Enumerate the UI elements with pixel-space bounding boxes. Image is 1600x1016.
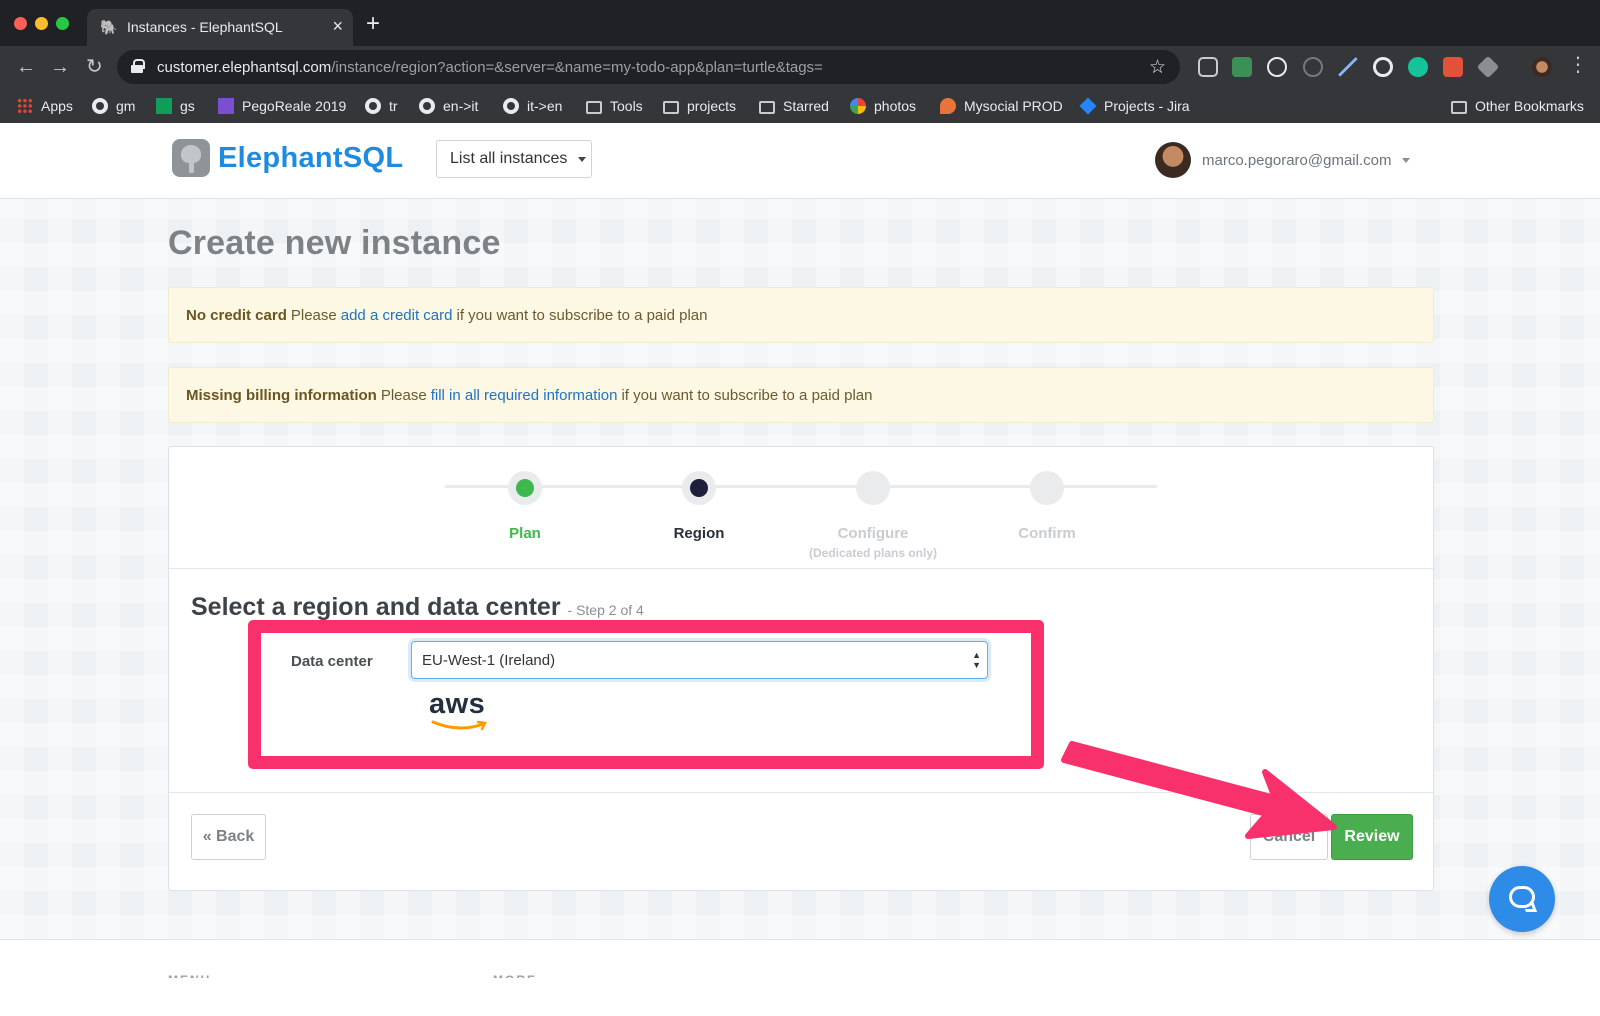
apps-grid-icon bbox=[17, 98, 33, 114]
globe-icon bbox=[419, 98, 435, 114]
back-arrow-icon[interactable]: ← bbox=[16, 56, 36, 78]
caret-down-icon bbox=[578, 156, 587, 162]
folder-icon bbox=[663, 100, 679, 114]
list-icon bbox=[218, 98, 234, 114]
bookmark-apps[interactable]: Apps bbox=[17, 95, 73, 117]
bookmark-starred[interactable]: Starred bbox=[759, 95, 829, 117]
bookmark-gs[interactable]: gs bbox=[156, 95, 195, 117]
extension-icon-2[interactable] bbox=[1232, 57, 1252, 77]
bookmark-jira[interactable]: Projects - Jira bbox=[1079, 95, 1190, 117]
step-configure-sublabel: (Dedicated plans only) bbox=[808, 546, 938, 560]
tab-title: Instances - ElephantSQL bbox=[127, 19, 283, 35]
bookmark-projects[interactable]: projects bbox=[663, 95, 736, 117]
chat-bubble-icon bbox=[1509, 886, 1535, 908]
grammarly-icon[interactable] bbox=[1408, 57, 1428, 77]
billing-info-alert: Missing billing information Please fill … bbox=[168, 367, 1434, 423]
jira-icon bbox=[1079, 97, 1097, 115]
lighthouse-icon[interactable] bbox=[1443, 57, 1463, 77]
flame-icon bbox=[940, 98, 956, 114]
folder-icon bbox=[759, 100, 775, 114]
app-header: ElephantSQL List all instances marco.peg… bbox=[0, 123, 1600, 199]
elephant-favicon-icon: 🐘 bbox=[100, 19, 118, 35]
bookmark-en-it[interactable]: en->it bbox=[419, 95, 478, 117]
info-extension-icon[interactable] bbox=[1303, 57, 1323, 77]
avatar bbox=[1155, 142, 1191, 178]
add-credit-card-link[interactable]: add a credit card bbox=[341, 307, 453, 324]
sheets-icon bbox=[156, 98, 172, 114]
step-confirm-dot bbox=[1030, 471, 1064, 505]
browser-toolbar: ← → ↻ customer.elephantsql.com/instance/… bbox=[0, 46, 1600, 89]
footer-menu-heading: MENU bbox=[168, 970, 211, 978]
pointer-arrow-annotation bbox=[1061, 741, 1337, 839]
list-instances-dropdown[interactable]: List all instances bbox=[436, 140, 592, 178]
bookmark-pegoreale[interactable]: PegoReale 2019 bbox=[218, 95, 346, 117]
step-plan-dot bbox=[508, 471, 542, 505]
back-button[interactable]: « Back bbox=[191, 814, 266, 860]
folder-icon bbox=[586, 100, 602, 114]
photos-icon bbox=[850, 98, 866, 114]
bookmark-photos[interactable]: photos bbox=[850, 95, 916, 117]
browser-tab[interactable]: 🐘 Instances - ElephantSQL × bbox=[87, 9, 353, 46]
cube-extension-icon[interactable] bbox=[1476, 55, 1500, 79]
page-title: Create new instance bbox=[168, 224, 501, 262]
elephant-logo-icon bbox=[172, 139, 210, 177]
bookmark-gm[interactable]: gm bbox=[92, 95, 135, 117]
url-text: customer.elephantsql.com/instance/region… bbox=[157, 59, 823, 76]
maximize-window-button[interactable] bbox=[56, 17, 69, 30]
bookmarks-bar: Apps gm gs PegoReale 2019 tr en->it it->… bbox=[0, 89, 1600, 123]
bookmark-star-icon[interactable]: ☆ bbox=[1149, 56, 1166, 79]
step-plan-label: Plan bbox=[509, 525, 541, 542]
bookmark-it-en[interactable]: it->en bbox=[503, 95, 562, 117]
bookmark-other[interactable]: Other Bookmarks bbox=[1451, 95, 1584, 117]
user-menu[interactable]: marco.pegoraro@gmail.com bbox=[1155, 142, 1411, 178]
browser-chrome: 🐘 Instances - ElephantSQL × + ← → ↻ cust… bbox=[0, 0, 1600, 123]
section-title: Select a region and data center - Step 2… bbox=[191, 593, 644, 621]
address-bar[interactable]: customer.elephantsql.com/instance/region… bbox=[117, 50, 1180, 84]
bookmark-tr[interactable]: tr bbox=[365, 95, 398, 117]
new-tab-icon[interactable]: + bbox=[366, 12, 380, 36]
step-indicator: - Step 2 of 4 bbox=[567, 602, 644, 618]
lock-icon bbox=[131, 59, 145, 73]
step-configure-label: Configure bbox=[837, 525, 909, 542]
step-confirm-label: Confirm bbox=[1018, 525, 1076, 542]
minimize-window-button[interactable] bbox=[35, 17, 48, 30]
elephantsql-logo[interactable]: ElephantSQL bbox=[172, 139, 403, 177]
step-region-label: Region bbox=[673, 525, 725, 542]
close-tab-icon[interactable]: × bbox=[332, 16, 343, 36]
react-devtools-icon[interactable] bbox=[1267, 57, 1287, 77]
step-region-dot bbox=[682, 471, 716, 505]
fill-billing-info-link[interactable]: fill in all required information bbox=[431, 387, 618, 404]
chat-support-button[interactable] bbox=[1489, 866, 1555, 932]
pocket-extension-icon[interactable] bbox=[1198, 57, 1218, 77]
wizard-stepper: Plan Region Configure (Dedicated plans o… bbox=[169, 447, 1433, 569]
more-menu-icon[interactable]: ⋮ bbox=[1568, 54, 1588, 76]
close-window-button[interactable] bbox=[14, 17, 27, 30]
target-extension-icon[interactable] bbox=[1373, 57, 1393, 77]
step-configure-dot bbox=[856, 471, 890, 505]
reload-icon[interactable]: ↻ bbox=[86, 56, 103, 78]
page: ElephantSQL List all instances marco.peg… bbox=[0, 123, 1600, 1016]
bookmark-mysocial[interactable]: Mysocial PROD bbox=[940, 95, 1063, 117]
credit-card-alert: No credit card Please add a credit card … bbox=[168, 287, 1434, 343]
forward-arrow-icon[interactable]: → bbox=[50, 56, 70, 78]
footer-more-heading: MORE bbox=[493, 970, 537, 978]
globe-icon bbox=[503, 98, 519, 114]
globe-icon bbox=[365, 98, 381, 114]
highlight-box-annotation bbox=[248, 620, 1044, 769]
caret-down-icon bbox=[1402, 157, 1411, 163]
folder-icon bbox=[1451, 100, 1467, 114]
tab-strip: 🐘 Instances - ElephantSQL × + bbox=[0, 0, 1600, 46]
bookmark-tools[interactable]: Tools bbox=[586, 95, 643, 117]
page-footer: MENU MORE bbox=[0, 939, 1600, 1016]
pen-extension-icon[interactable] bbox=[1338, 57, 1358, 77]
profile-avatar-icon[interactable] bbox=[1532, 57, 1552, 77]
globe-icon bbox=[92, 98, 108, 114]
